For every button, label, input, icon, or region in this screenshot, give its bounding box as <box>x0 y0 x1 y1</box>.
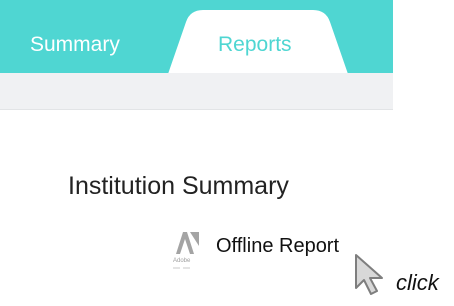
sub-toolbar <box>0 73 393 110</box>
adobe-icon-text: Adobe <box>173 258 191 264</box>
section-title: Institution Summary <box>68 172 289 200</box>
adobe-pdf-icon: Adobe <box>171 228 207 270</box>
tab-reports-shape <box>168 10 348 73</box>
mouse-pointer-icon <box>355 254 383 295</box>
tab-reports-label: Reports <box>218 33 292 56</box>
tab-reports[interactable]: Reports <box>0 0 393 73</box>
offline-report-link[interactable]: Offline Report <box>216 235 339 258</box>
tab-bar: Summary Reports <box>0 0 393 73</box>
click-caption: click <box>396 270 439 295</box>
